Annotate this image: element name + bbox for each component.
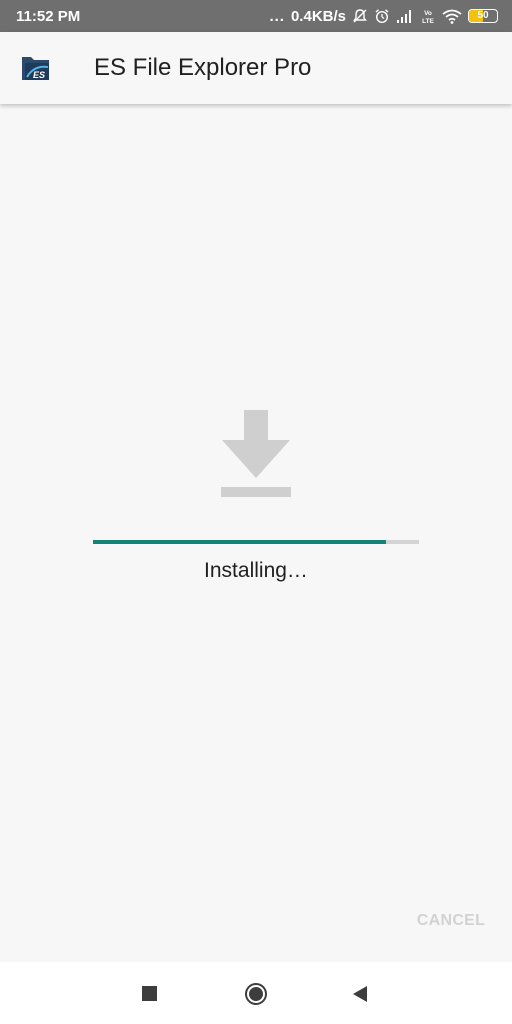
recents-square-icon[interactable] xyxy=(138,982,162,1006)
download-icon xyxy=(220,410,292,498)
status-dots: ... xyxy=(269,7,285,25)
status-icons: ... 0.4KB/s Vo LTE 50 xyxy=(269,8,498,25)
install-progress-bar xyxy=(93,540,419,544)
battery-icon: 50 xyxy=(468,9,498,23)
home-circle-icon[interactable] xyxy=(244,982,268,1006)
app-bar: ES ES File Explorer Pro xyxy=(0,32,512,104)
install-progress-fill xyxy=(93,540,387,544)
battery-level: 50 xyxy=(477,10,489,21)
volte-icon: Vo LTE xyxy=(420,8,436,24)
nav-bar xyxy=(0,962,512,1024)
svg-text:ES: ES xyxy=(33,70,45,80)
svg-text:LTE: LTE xyxy=(422,18,434,24)
signal-icon xyxy=(396,9,414,23)
cancel-button[interactable]: CANCEL xyxy=(408,906,494,936)
svg-text:Vo: Vo xyxy=(424,10,432,17)
alarm-icon xyxy=(374,8,390,24)
status-bar: 11:52 PM ... 0.4KB/s Vo LTE 50 xyxy=(0,0,512,32)
status-time: 11:52 PM xyxy=(16,7,81,25)
app-title: ES File Explorer Pro xyxy=(94,54,312,81)
es-file-explorer-app-icon: ES xyxy=(20,53,52,83)
install-status-text: Installing… xyxy=(204,559,308,582)
back-triangle-icon[interactable] xyxy=(348,982,372,1006)
network-speed: 0.4KB/s xyxy=(290,7,346,25)
wifi-icon xyxy=(442,9,462,24)
mute-icon xyxy=(352,8,368,24)
